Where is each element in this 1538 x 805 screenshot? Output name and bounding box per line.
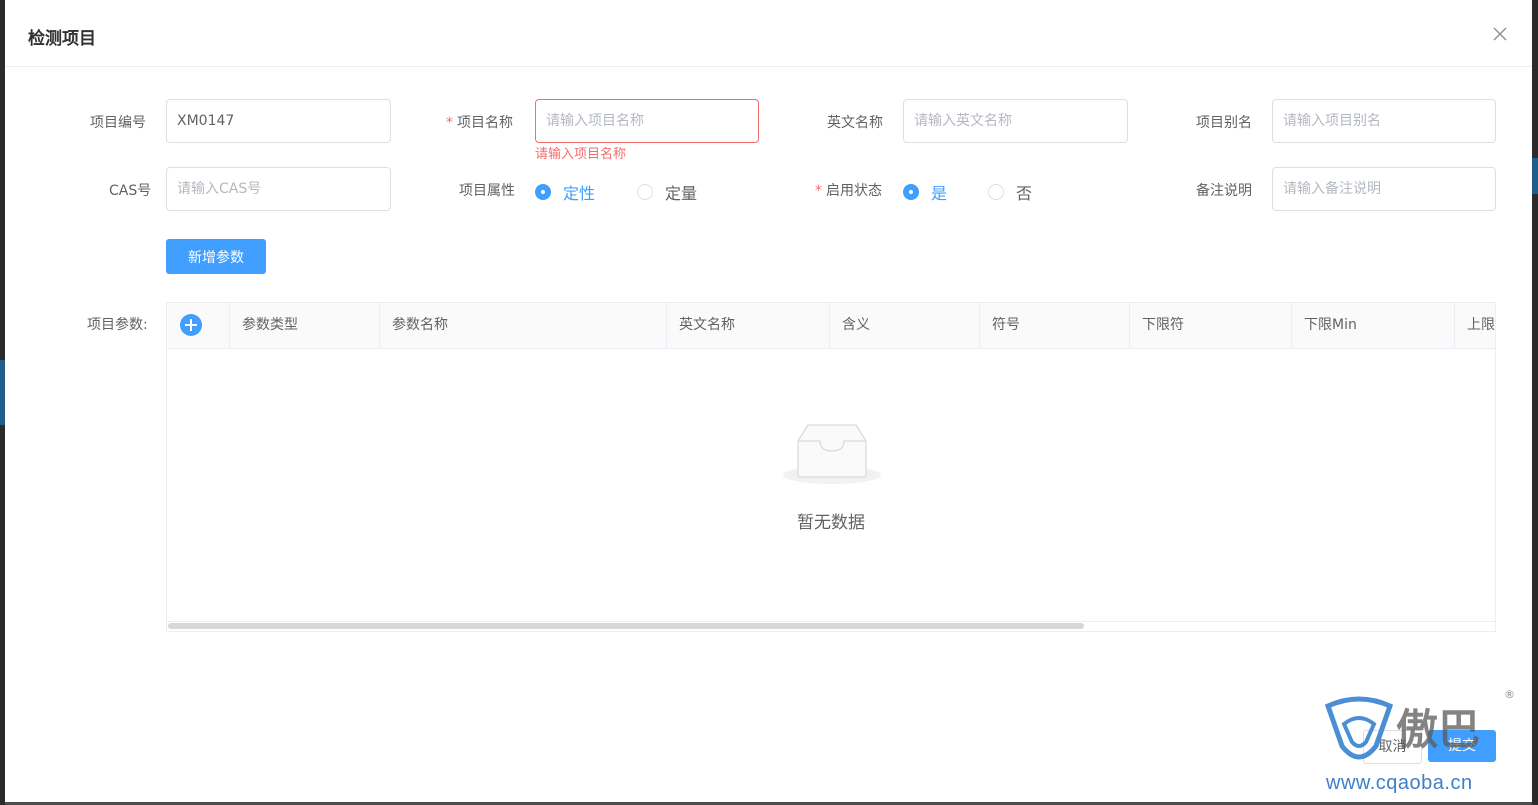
radio-checked-icon xyxy=(903,184,919,200)
attribute-radio-quantitative[interactable]: 定量 xyxy=(637,180,697,204)
th-add xyxy=(167,303,230,348)
dialog-header: 检测项目 xyxy=(5,0,1532,67)
radio-unchecked-icon xyxy=(988,184,1004,200)
empty-box-icon xyxy=(783,424,881,484)
backdrop-accent-right xyxy=(1532,158,1538,194)
table-header: 参数类型 参数名称 英文名称 含义 符号 下限符 下限Min 上限 xyxy=(167,303,1495,349)
code-label: 项目编号 xyxy=(90,115,146,131)
th-upper: 上限 xyxy=(1467,317,1495,333)
th-param-name: 参数名称 xyxy=(380,303,667,348)
code-input[interactable] xyxy=(166,99,391,143)
watermark-url: www.cqaoba.cn xyxy=(1326,772,1473,794)
watermark: 傲巴 ® www.cqaoba.cn xyxy=(1318,688,1528,800)
th-symbol: 符号 xyxy=(980,303,1130,348)
empty-text: 暂无数据 xyxy=(797,513,865,533)
horizontal-scrollbar[interactable] xyxy=(167,621,1495,631)
alias-input[interactable] xyxy=(1272,99,1496,143)
dialog-title: 检测项目 xyxy=(28,29,96,49)
close-icon[interactable] xyxy=(1492,26,1508,42)
name-label: * 项目名称 xyxy=(446,115,513,131)
radio-label: 定量 xyxy=(665,184,698,203)
english-name-label: 英文名称 xyxy=(827,115,883,131)
status-label: * 启用状态 xyxy=(815,183,882,199)
radio-label: 否 xyxy=(1016,184,1033,203)
cas-input[interactable] xyxy=(166,167,391,211)
remark-input[interactable] xyxy=(1272,167,1496,211)
name-error: 请输入项目名称 xyxy=(535,147,627,162)
radio-label: 定性 xyxy=(563,184,596,203)
remark-label: 备注说明 xyxy=(1196,183,1252,199)
th-param-type: 参数类型 xyxy=(230,303,380,348)
add-circle-icon[interactable] xyxy=(180,314,202,336)
watermark-registered: ® xyxy=(1504,688,1515,701)
radio-unchecked-icon xyxy=(637,184,653,200)
project-dialog: 检测项目 项目编号 *项目名称 请输入项目名称 英文名称 项目别名 CAS号 项… xyxy=(5,0,1532,802)
submit-button[interactable]: 提交 xyxy=(1428,730,1496,762)
alias-label: 项目别名 xyxy=(1196,115,1252,131)
attribute-label: 项目属性 xyxy=(459,183,515,199)
params-table: 参数类型 参数名称 英文名称 含义 符号 下限符 下限Min 上限 暂无数据 xyxy=(166,302,1496,632)
scrollbar-thumb[interactable] xyxy=(168,623,1084,629)
cas-label: CAS号 xyxy=(109,183,152,199)
radio-label: 是 xyxy=(931,184,948,203)
params-label: 项目参数: xyxy=(87,317,148,333)
cancel-button[interactable]: 取消 xyxy=(1363,730,1422,764)
name-input[interactable] xyxy=(535,99,759,143)
add-param-button[interactable]: 新增参数 xyxy=(166,239,266,274)
english-name-input[interactable] xyxy=(903,99,1128,143)
attribute-radio-qualitative[interactable]: 定性 xyxy=(535,180,595,204)
th-lower-min: 下限Min xyxy=(1292,303,1455,348)
th-english-name: 英文名称 xyxy=(667,303,830,348)
status-radio-yes[interactable]: 是 xyxy=(903,180,947,204)
th-meaning: 含义 xyxy=(830,303,980,348)
backdrop-right xyxy=(1532,0,1538,805)
radio-checked-icon xyxy=(535,184,551,200)
th-lower-symbol: 下限符 xyxy=(1130,303,1292,348)
status-radio-no[interactable]: 否 xyxy=(988,180,1032,204)
